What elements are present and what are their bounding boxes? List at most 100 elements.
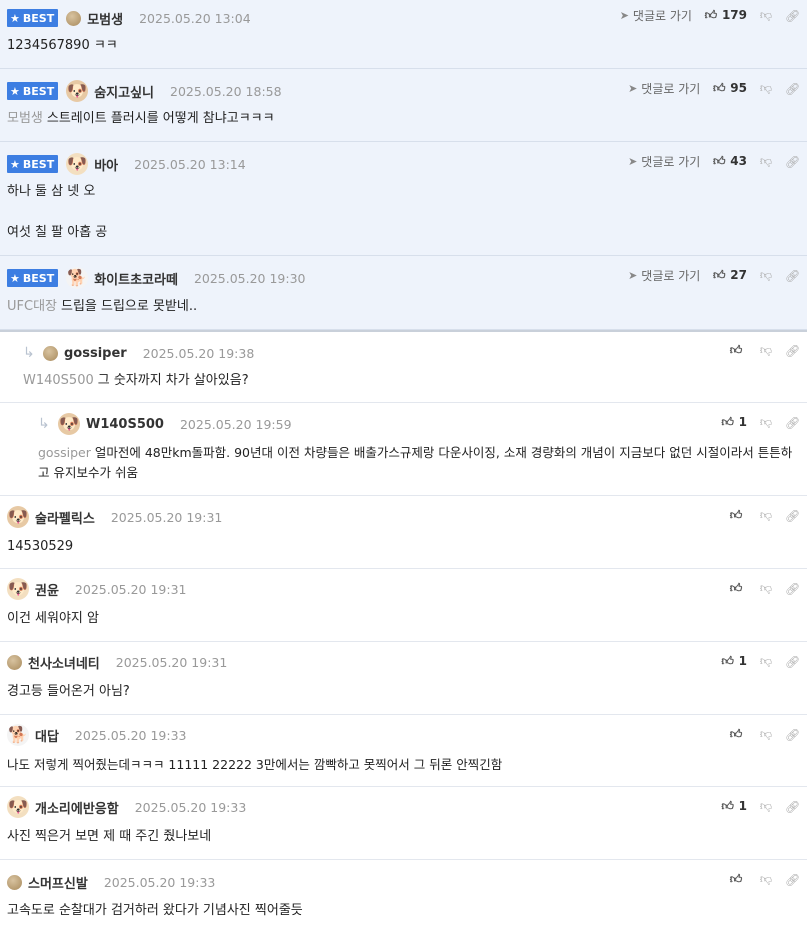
dislike-button[interactable]: 👎︎ [759, 653, 773, 669]
comment-text: 하나 둘 삼 넷 오 여섯 칠 팔 아홉 공 [7, 184, 108, 240]
dislike-button[interactable]: 👎︎ [759, 80, 773, 96]
comment: 천사소녀네티 2025.05.20 19:31 👍︎ 1 👎︎ 🔗︎ 경고등 들어… [0, 642, 807, 715]
goto-comment-link[interactable]: ➤ 댓글로 가기 [620, 7, 692, 24]
copy-link-button[interactable]: 🔗︎ [785, 343, 800, 358]
dislike-button[interactable]: 👎︎ [759, 7, 773, 23]
comment: 🐶 개소리에반응함 2025.05.20 19:33 👍︎ 1 👎︎ 🔗︎ 사진 … [0, 787, 807, 860]
best-comment: ★ BEST 모범생 2025.05.20 13:04 ➤ 댓글로 가기 👍︎ 179… [0, 0, 807, 69]
copy-link-button[interactable]: 🔗︎ [785, 415, 800, 430]
avatar[interactable]: 🐶 [7, 796, 29, 818]
comment-header: ↳ 🐶 W140S500 2025.05.20 19:59 [38, 413, 292, 435]
comment-date: 2025.05.20 13:14 [134, 156, 246, 172]
like-button[interactable]: 👍︎ 1 [721, 654, 747, 669]
comment-date: 2025.05.20 19:31 [115, 654, 228, 670]
avatar[interactable]: 🐶 [7, 506, 29, 528]
copy-link-button[interactable]: 🔗︎ [785, 799, 800, 814]
best-comment: ★ BEST 🐶 숨지고싶니 2025.05.20 18:58 ➤ 댓글로 가기 👍… [0, 69, 807, 142]
like-button[interactable]: 👍︎ [729, 508, 747, 523]
dislike-button[interactable]: 👎︎ [759, 414, 773, 430]
thumbs-down-icon: 👎︎ [759, 872, 773, 886]
nickname[interactable]: 숨지고싶니 [94, 82, 154, 101]
nickname[interactable]: 화이트초코라떼 [94, 269, 178, 288]
best-badge: ★ BEST [7, 155, 59, 173]
reply-target[interactable]: W140S500 [23, 373, 94, 388]
comment-actions: 👍︎ 👎︎ 🔗︎ [729, 870, 801, 888]
link-icon: 🔗︎ [785, 81, 801, 96]
like-button[interactable]: 👍︎ [729, 727, 747, 742]
nickname[interactable]: gossiper [64, 346, 127, 361]
comment-text: 모범생 스트레이트 플러시를 어떻게 참냐고ㅋㅋㅋ [7, 111, 275, 126]
comment-header: ★ BEST 🐶 바아 2025.05.20 13:14 [7, 153, 246, 175]
copy-link-button[interactable]: 🔗︎ [785, 727, 800, 742]
like-button[interactable]: 👍︎ 1 [721, 799, 747, 814]
copy-link-button[interactable]: 🔗︎ [785, 581, 801, 596]
copy-link-button[interactable]: 🔗︎ [785, 268, 800, 283]
reply-target[interactable]: gossiper [38, 445, 91, 460]
comment-date: 2025.05.20 13:04 [139, 10, 251, 26]
like-button[interactable]: 👍︎ [729, 581, 747, 596]
comment-date: 2025.05.20 19:38 [142, 345, 255, 361]
nickname[interactable]: 모범생 [87, 9, 123, 28]
comment-date: 2025.05.20 18:58 [170, 83, 282, 99]
comment-list: ★ BEST 모범생 2025.05.20 13:04 ➤ 댓글로 가기 👍︎ 179… [0, 0, 807, 930]
like-button[interactable]: 👍︎ 179 [704, 8, 747, 23]
dislike-button[interactable]: 👎︎ [759, 153, 773, 169]
like-button[interactable]: 👍︎ 27 [712, 268, 747, 283]
avatar[interactable]: 🐶 [7, 578, 29, 600]
thumbs-down-icon: 👎︎ [759, 154, 773, 168]
thumbs-down-icon: 👎︎ [759, 581, 773, 595]
dislike-button[interactable]: 👎︎ [759, 798, 773, 814]
reply-target[interactable]: 모범생 [7, 111, 43, 126]
nickname[interactable]: 대답 [35, 726, 59, 745]
goto-comment-link[interactable]: ➤ 댓글로 가기 [628, 267, 700, 284]
link-icon: 🔗︎ [785, 872, 801, 887]
avatar[interactable]: 🐕 [66, 267, 89, 289]
like-button[interactable]: 👍︎ 1 [721, 415, 747, 430]
nickname[interactable]: 천사소녀네티 [28, 653, 100, 672]
dislike-button[interactable]: 👎︎ [759, 267, 773, 283]
reply-target[interactable]: UFC대장 [7, 299, 57, 314]
dislike-button[interactable]: 👎︎ [759, 726, 773, 742]
avatar[interactable]: 🐕 [7, 724, 29, 746]
nickname[interactable]: 스머프신발 [28, 873, 88, 892]
like-button[interactable]: 👍︎ [729, 872, 747, 887]
dislike-button[interactable]: 👎︎ [759, 342, 773, 358]
thumbs-down-icon: 👎︎ [759, 343, 773, 357]
copy-link-button[interactable]: 🔗︎ [785, 508, 800, 523]
avatar[interactable] [66, 10, 82, 26]
like-button[interactable]: 👍︎ 95 [712, 81, 747, 96]
goto-comment-link[interactable]: ➤ 댓글로 가기 [628, 153, 700, 170]
best-comment: ★ BEST 🐕 화이트초코라떼 2025.05.20 19:30 ➤ 댓글로 가기… [0, 256, 807, 330]
link-icon: 🔗︎ [785, 654, 801, 669]
like-button[interactable]: 👍︎ [729, 343, 747, 358]
thumbs-down-icon: 👎︎ [759, 81, 773, 95]
copy-link-button[interactable]: 🔗︎ [785, 872, 801, 887]
copy-link-button[interactable]: 🔗︎ [785, 654, 801, 669]
copy-link-button[interactable]: 🔗︎ [785, 154, 800, 169]
dislike-button[interactable]: 👎︎ [759, 580, 773, 596]
like-button[interactable]: 👍︎ 43 [712, 154, 747, 169]
reply-arrow-icon: ↳ [23, 345, 35, 361]
like-count: 95 [730, 81, 747, 95]
nickname[interactable]: W140S500 [86, 417, 164, 432]
goto-comment-link[interactable]: ➤ 댓글로 가기 [628, 80, 700, 97]
nickname[interactable]: 권윤 [35, 580, 59, 599]
nickname[interactable]: 술라펠릭스 [35, 508, 95, 527]
avatar[interactable] [7, 874, 22, 890]
like-count: 1 [738, 415, 747, 429]
nickname[interactable]: 바아 [94, 155, 118, 174]
avatar[interactable] [7, 654, 22, 670]
dislike-button[interactable]: 👎︎ [759, 871, 773, 887]
avatar[interactable]: 🐶 [66, 153, 89, 175]
comment-header: ↳ gossiper 2025.05.20 19:38 [23, 343, 254, 363]
dislike-button[interactable]: 👎︎ [759, 507, 773, 523]
nickname[interactable]: 개소리에반응함 [35, 798, 119, 817]
link-icon: 🔗︎ [785, 581, 801, 596]
copy-link-button[interactable]: 🔗︎ [785, 8, 800, 23]
copy-link-button[interactable]: 🔗︎ [785, 81, 801, 96]
thumbs-down-icon: 👎︎ [759, 508, 773, 522]
thumbs-down-icon: 👎︎ [759, 415, 773, 429]
avatar[interactable]: 🐶 [66, 80, 89, 102]
avatar[interactable]: 🐶 [58, 413, 80, 435]
avatar[interactable] [43, 345, 58, 361]
